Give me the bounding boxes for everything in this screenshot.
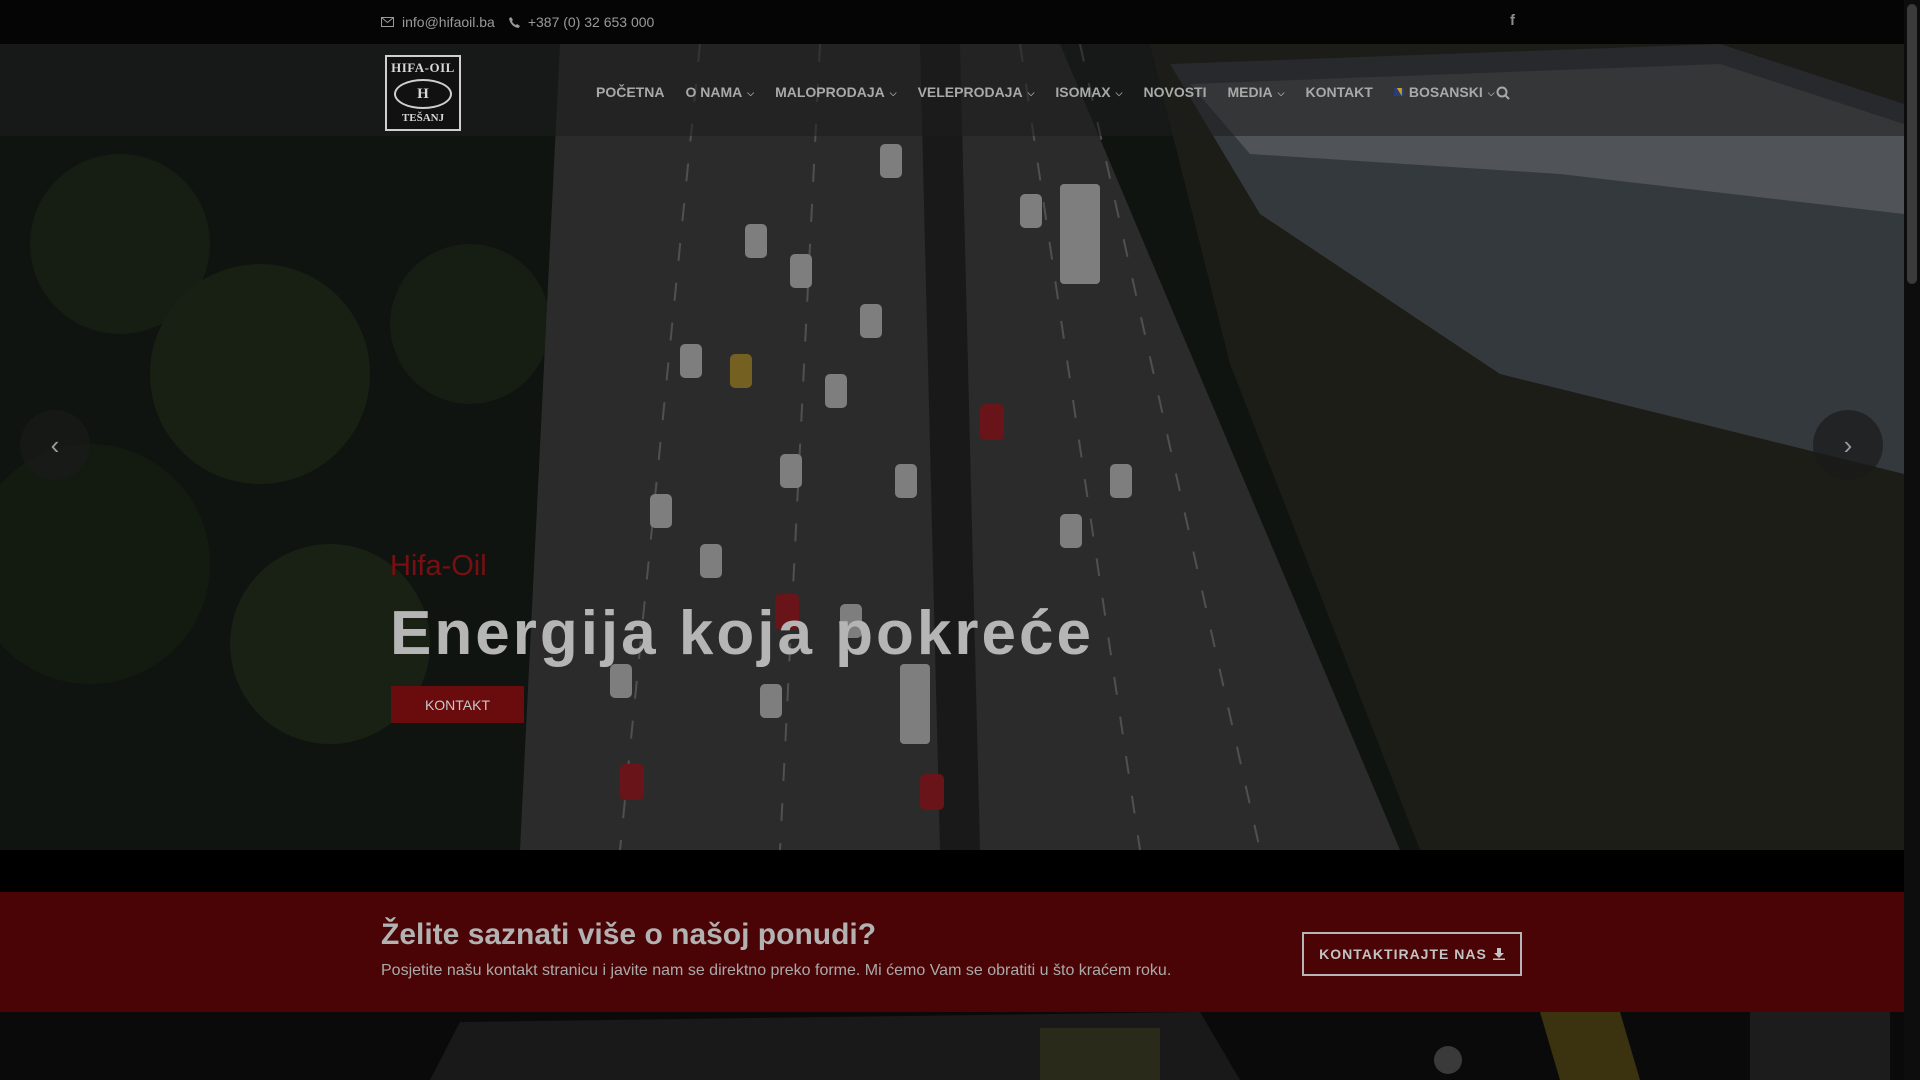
language-selector[interactable]: BOSANSKI ⌵ xyxy=(1393,84,1495,100)
nav-item-pocetna[interactable]: POČETNA xyxy=(596,84,664,100)
next-section-image xyxy=(0,1012,1904,1080)
chevron-down-icon: ⌵ xyxy=(1027,87,1035,98)
slider-next-button[interactable]: › xyxy=(1813,410,1883,480)
chevron-right-icon: › xyxy=(1843,429,1853,460)
phone-text: +387 (0) 32 653 000 xyxy=(527,14,655,30)
chevron-down-icon: ⌵ xyxy=(747,87,755,98)
cta-contact-button[interactable]: KONTAKTIRAJTE NAS xyxy=(1302,932,1522,976)
search-icon[interactable] xyxy=(1496,86,1510,100)
phone-link[interactable]: +387 (0) 32 653 000 xyxy=(508,14,655,30)
download-icon xyxy=(1492,948,1505,960)
page-scrollbar[interactable] xyxy=(1904,0,1920,1080)
nav-label: O NAMA xyxy=(685,84,743,100)
nav-label: KONTAKT xyxy=(1305,84,1373,100)
next-section-background xyxy=(0,1012,1904,1080)
chevron-down-icon: ⌵ xyxy=(1115,87,1123,98)
logo-line1: HIFA-OIL xyxy=(391,60,455,75)
top-bar: info@hifaoil.ba +387 (0) 32 653 000 f xyxy=(0,0,1904,44)
nav-item-veleprodaja[interactable]: VELEPRODAJA ⌵ xyxy=(918,84,1035,100)
logo-mark: H xyxy=(394,79,452,109)
nav-label: NOVOSTI xyxy=(1143,84,1207,100)
nav-label: POČETNA xyxy=(596,84,665,100)
main-navigation: POČETNA O NAMA ⌵ MALOPRODAJA ⌵ VELEPRODAJA… xyxy=(596,84,1516,100)
nav-item-o-nama[interactable]: O NAMA ⌵ xyxy=(685,84,754,100)
hero-headline: Energija koja pokreće xyxy=(390,599,1094,668)
cta-band: Želite saznati više o našoj ponudi? Posj… xyxy=(0,892,1904,1012)
hero-contact-button[interactable]: KONTAKT xyxy=(391,686,524,723)
cta-text: Posjetite našu kontakt stranicu i javite… xyxy=(381,962,1172,979)
hero-slider xyxy=(0,44,1904,850)
slider-prev-button[interactable]: ‹ xyxy=(20,410,90,480)
chevron-down-icon: ⌵ xyxy=(1487,87,1495,98)
nav-label: VELEPRODAJA xyxy=(917,84,1023,100)
nav-item-isomax[interactable]: ISOMAX ⌵ xyxy=(1055,84,1122,100)
bosnia-flag-icon xyxy=(1393,88,1404,96)
hero-subtitle: Hifa-Oil xyxy=(390,550,487,582)
email-text: info@hifaoil.ba xyxy=(402,14,495,30)
nav-item-maloprodaja[interactable]: MALOPRODAJA ⌵ xyxy=(775,84,897,100)
chevron-left-icon: ‹ xyxy=(50,429,60,460)
cta-button-label: KONTAKTIRAJTE NAS xyxy=(1319,946,1487,962)
logo-line2: TEŠANJ xyxy=(401,112,445,124)
contact-info: info@hifaoil.ba +387 (0) 32 653 000 xyxy=(381,14,654,30)
facebook-icon[interactable]: f xyxy=(1510,12,1515,29)
language-label: BOSANSKI xyxy=(1408,84,1483,100)
nav-item-novosti[interactable]: NOVOSTI xyxy=(1143,84,1206,100)
site-logo[interactable]: HIFA-OIL H TEŠANJ xyxy=(385,55,461,131)
hero-overlay xyxy=(0,44,1904,850)
nav-item-media[interactable]: MEDIA ⌵ xyxy=(1228,84,1285,100)
email-link[interactable]: info@hifaoil.ba xyxy=(381,14,495,30)
scrollbar-thumb[interactable] xyxy=(1907,4,1917,284)
nav-label: MALOPRODAJA xyxy=(775,84,885,100)
nav-label: ISOMAX xyxy=(1055,84,1111,100)
phone-icon xyxy=(508,16,520,28)
envelope-icon xyxy=(381,17,394,27)
nav-label: MEDIA xyxy=(1227,84,1273,100)
cta-title: Želite saznati više o našoj ponudi? xyxy=(381,918,877,951)
nav-item-kontakt[interactable]: KONTAKT xyxy=(1305,84,1372,100)
chevron-down-icon: ⌵ xyxy=(1277,87,1285,98)
chevron-down-icon: ⌵ xyxy=(889,87,897,98)
